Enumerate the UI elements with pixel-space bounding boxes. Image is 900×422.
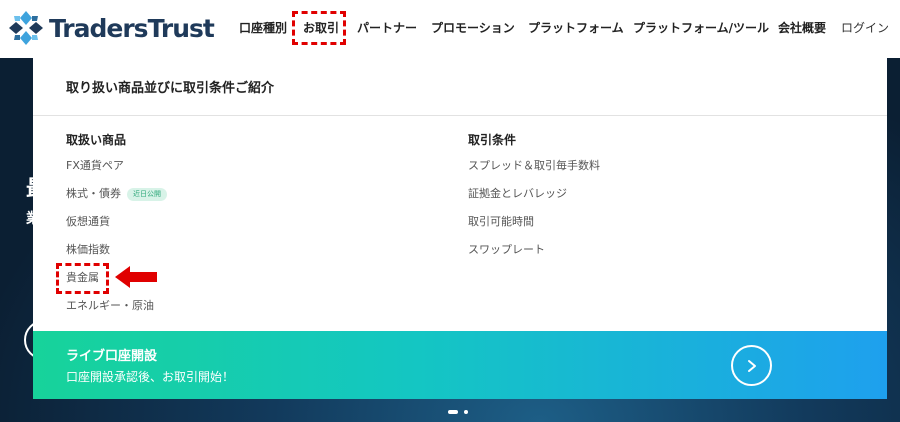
conditions-heading: 取引条件 (468, 133, 517, 147)
cta-arrow-button[interactable] (731, 345, 772, 386)
product-link-indices[interactable]: 株価指数 (66, 243, 110, 257)
trading-dropdown-panel: 取り扱い商品並びに取引条件ご紹介 取扱い商品 FX通貨ペア 株式・債券 近日公開 … (33, 58, 887, 399)
carousel-dot[interactable] (464, 410, 468, 414)
coming-soon-badge: 近日公開 (127, 188, 167, 201)
site-header: TradersTrust 口座種別 お取引 パートナー プロモーション プラット… (0, 0, 900, 58)
nav-item-platforms[interactable]: プラットフォーム (528, 20, 624, 36)
chevron-right-icon (747, 359, 756, 372)
precious-metals-highlight-annotation (56, 263, 109, 294)
nav-item-promotions[interactable]: プロモーション (431, 20, 515, 36)
condition-link-margin-leverage[interactable]: 証拠金とレバレッジ (468, 187, 567, 201)
nav-highlight-annotation (292, 11, 346, 45)
product-link-crypto[interactable]: 仮想通貨 (66, 215, 110, 229)
condition-link-trading-hours[interactable]: 取引可能時間 (468, 215, 534, 229)
nav-item-platform-tools[interactable]: プラットフォーム/ツール (633, 20, 769, 36)
open-live-account-banner[interactable]: ライブ口座開設 口座開設承認後、お取引開始！ (33, 331, 887, 399)
main-nav: 口座種別 お取引 パートナー プロモーション プラットフォーム プラットフォーム… (0, 0, 900, 58)
condition-link-spreads[interactable]: スプレッド＆取引毎手数料 (468, 159, 600, 173)
product-link-label: 株式・債券 (66, 187, 121, 200)
nav-item-account-types[interactable]: 口座種別 (239, 20, 287, 36)
carousel-dots[interactable] (448, 410, 468, 414)
login-link[interactable]: ログイン (841, 20, 889, 36)
product-link-energy-oil[interactable]: エネルギー・原油 (66, 299, 154, 313)
nav-item-partners[interactable]: パートナー (357, 20, 417, 36)
product-link-stocks-bonds[interactable]: 株式・債券 近日公開 (66, 187, 167, 201)
condition-link-swap-rates[interactable]: スワップレート (468, 243, 545, 257)
nav-item-company[interactable]: 会社概要 (778, 20, 826, 36)
product-link-fx[interactable]: FX通貨ペア (66, 159, 124, 173)
carousel-dot-active[interactable] (448, 410, 458, 414)
products-heading: 取扱い商品 (66, 133, 127, 147)
cta-subtitle: 口座開設承認後、お取引開始！ (66, 370, 235, 384)
dropdown-title: 取り扱い商品並びに取引条件ご紹介 (66, 81, 275, 96)
divider (33, 115, 887, 116)
cta-title: ライブ口座開設 (66, 349, 158, 364)
red-arrow-icon (115, 266, 157, 288)
